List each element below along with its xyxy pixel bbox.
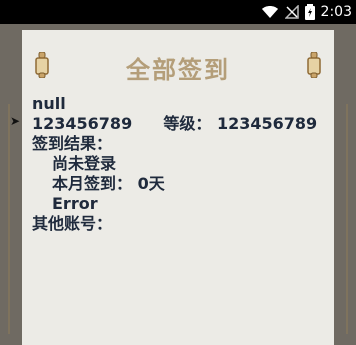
account-id: 123456789	[32, 114, 133, 133]
dialog-content: null 123456789 等级： 123456789 签到结果： 尚未登录 …	[32, 94, 332, 234]
sign-in-result-label: 签到结果：	[32, 134, 113, 153]
signal-off-icon	[284, 5, 299, 19]
wifi-icon	[261, 5, 279, 19]
account-id-level-row: 123456789 等级： 123456789	[32, 114, 332, 134]
login-status: 尚未登录	[52, 154, 117, 173]
status-icons: 2:03	[261, 2, 352, 22]
monthly-sign-in-label: 本月签到：	[52, 174, 133, 193]
battery-charging-icon	[304, 4, 315, 20]
level-label: 等级：	[163, 114, 212, 133]
dialog-title: 全部签到	[126, 56, 230, 84]
background-arrow-icon: ➤	[10, 114, 21, 128]
monthly-sign-in-row: 本月签到： 0天	[32, 174, 332, 194]
status-time: 2:03	[320, 4, 352, 20]
level-value: 123456789	[216, 114, 318, 133]
other-accounts-label: 其他账号：	[32, 214, 113, 233]
background-frame-right	[336, 104, 348, 334]
sign-in-dialog: 全部签到 null 123456789 等级： 123456789 签到结果： …	[22, 30, 334, 345]
account-name: null	[32, 94, 66, 113]
status-bar: 2:03	[0, 0, 356, 24]
error-message: Error	[52, 194, 98, 213]
monthly-sign-in-value: 0天	[137, 174, 165, 193]
background-frame-left	[8, 104, 20, 334]
